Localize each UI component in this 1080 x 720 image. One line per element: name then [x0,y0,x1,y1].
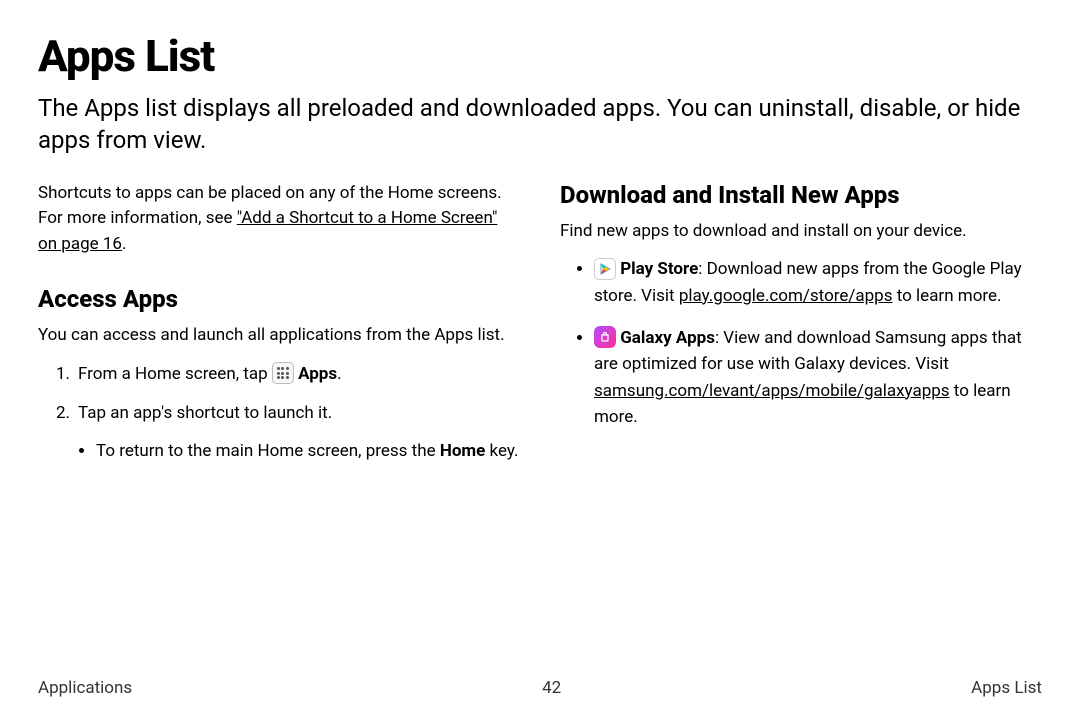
step-2: 2. Tap an app's shortcut to launch it. [56,400,520,427]
right-column: Download and Install New Apps Find new a… [560,181,1042,475]
play-store-item: Play Store: Download new apps from the G… [594,256,1042,309]
play-store-link[interactable]: play.google.com/store/apps [679,286,893,306]
footer-section: Applications [38,678,132,698]
step1-prefix: From a Home screen, tap [78,364,272,384]
play-store-suffix: to learn more. [893,286,1002,306]
sub-suffix: key. [485,441,518,461]
step2-sublist: To return to the main Home screen, press… [96,439,520,465]
sub-bullet: To return to the main Home screen, press… [96,439,520,465]
footer-page-number: 42 [542,678,561,698]
left-column: Shortcuts to apps can be placed on any o… [38,181,520,475]
step-number: 1. [56,361,78,388]
footer-topic: Apps List [971,678,1042,698]
play-store-icon [594,258,616,280]
access-apps-heading: Access Apps [38,285,520,313]
content-columns: Shortcuts to apps can be placed on any o… [38,181,1042,475]
page-title: Apps List [38,30,1042,82]
apps-label: Apps [298,364,337,384]
access-apps-desc: You can access and launch all applicatio… [38,323,520,349]
step1-suffix: . [337,364,341,384]
home-key-label: Home [440,441,486,461]
play-store-label: Play Store [620,259,698,279]
galaxy-apps-label: Galaxy Apps [620,328,715,348]
shortcut-note: Shortcuts to apps can be placed on any o… [38,181,520,258]
galaxy-apps-link[interactable]: samsung.com/levant/apps/mobile/galaxyapp… [594,381,950,401]
page-footer: Applications 42 Apps List [38,678,1042,698]
step2-text: Tap an app's shortcut to launch it. [78,400,332,427]
step-number: 2. [56,400,78,427]
sub-prefix: To return to the main Home screen, press… [96,441,440,461]
galaxy-apps-item: Galaxy Apps: View and download Samsung a… [594,325,1042,430]
access-apps-steps: 1. From a Home screen, tap Apps. 2. Tap … [38,361,520,427]
download-install-desc: Find new apps to download and install on… [560,219,1042,245]
intro-text: The Apps list displays all preloaded and… [38,92,1042,157]
galaxy-apps-icon [594,326,616,348]
step-1: 1. From a Home screen, tap Apps. [56,361,520,388]
apps-grid-icon [272,362,294,384]
app-store-list: Play Store: Download new apps from the G… [560,256,1042,430]
download-install-heading: Download and Install New Apps [560,181,1042,209]
shortcut-suffix: . [122,234,126,254]
